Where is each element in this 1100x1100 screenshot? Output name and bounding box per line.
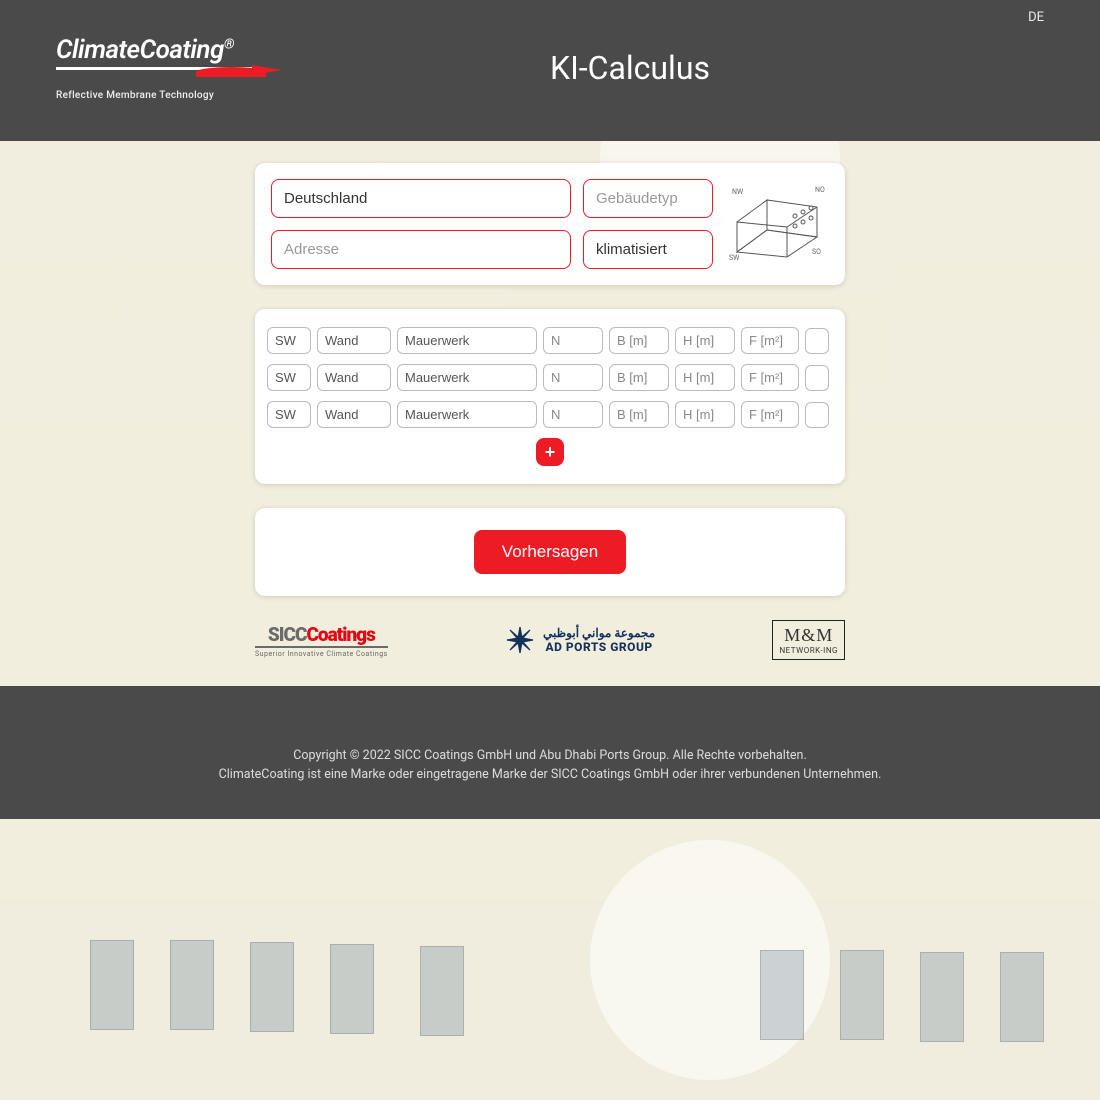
extra-input[interactable] (805, 402, 829, 428)
area-input[interactable] (741, 327, 799, 354)
height-input[interactable] (675, 401, 735, 428)
header: DE ClimateCoating® Reflective Membrane T… (0, 0, 1100, 141)
extra-input[interactable] (805, 328, 829, 354)
adports-logo: مجموعة مواني أبوظبي AD PORTS GROUP (505, 625, 655, 655)
width-input[interactable] (609, 327, 669, 354)
language-switch[interactable]: DE (56, 10, 1044, 25)
predict-button[interactable]: Vorhersagen (474, 530, 626, 574)
component-row (267, 364, 833, 391)
logo-reg: ® (224, 36, 234, 52)
svg-text:SO: SO (812, 248, 821, 256)
mm-logo: M&M NETWORK-ING (772, 620, 845, 660)
compass-icon (505, 625, 535, 655)
component-row (267, 401, 833, 428)
height-input[interactable] (675, 327, 735, 354)
footer: Copyright © 2022 SICC Coatings GmbH und … (0, 686, 1100, 819)
components-card: + (255, 309, 845, 484)
area-input[interactable] (741, 401, 799, 428)
climate-select[interactable] (583, 230, 713, 269)
add-row-button[interactable]: + (536, 438, 564, 466)
address-input[interactable] (271, 230, 571, 269)
element-input[interactable] (317, 401, 391, 428)
background-lower (0, 900, 1100, 1100)
orientation-input[interactable] (267, 401, 311, 428)
logo-subtitle: Reflective Membrane Technology (56, 90, 356, 101)
building-type-select[interactable] (583, 179, 713, 218)
extra-input[interactable] (805, 365, 829, 391)
partner-logos: SICCCoatings Superior Innovative Climate… (255, 620, 845, 660)
footer-line1: Copyright © 2022 SICC Coatings GmbH und … (40, 746, 1060, 765)
page-title: KI-Calculus (356, 49, 904, 87)
count-input[interactable] (543, 401, 603, 428)
element-input[interactable] (317, 327, 391, 354)
logo: ClimateCoating® Reflective Membrane Tech… (56, 35, 356, 101)
svg-text:NO: NO (815, 186, 825, 194)
count-input[interactable] (543, 327, 603, 354)
location-card: NW NO SW SO (255, 163, 845, 285)
width-input[interactable] (609, 401, 669, 428)
component-row (267, 327, 833, 354)
material-input[interactable] (397, 401, 537, 428)
country-input[interactable] (271, 179, 571, 218)
material-input[interactable] (397, 327, 537, 354)
material-input[interactable] (397, 364, 537, 391)
count-input[interactable] (543, 364, 603, 391)
logo-main: ClimateCoating (56, 35, 224, 65)
footer-line2: ClimateCoating ist eine Marke oder einge… (40, 765, 1060, 784)
building-sketch-icon: NW NO SW SO (727, 182, 827, 262)
area-input[interactable] (741, 364, 799, 391)
element-input[interactable] (317, 364, 391, 391)
orientation-input[interactable] (267, 327, 311, 354)
predict-card: Vorhersagen (255, 508, 845, 596)
orientation-input[interactable] (267, 364, 311, 391)
svg-text:SW: SW (729, 254, 740, 262)
height-input[interactable] (675, 364, 735, 391)
sicc-logo: SICCCoatings Superior Innovative Climate… (255, 623, 388, 658)
svg-text:NW: NW (732, 188, 744, 196)
width-input[interactable] (609, 364, 669, 391)
